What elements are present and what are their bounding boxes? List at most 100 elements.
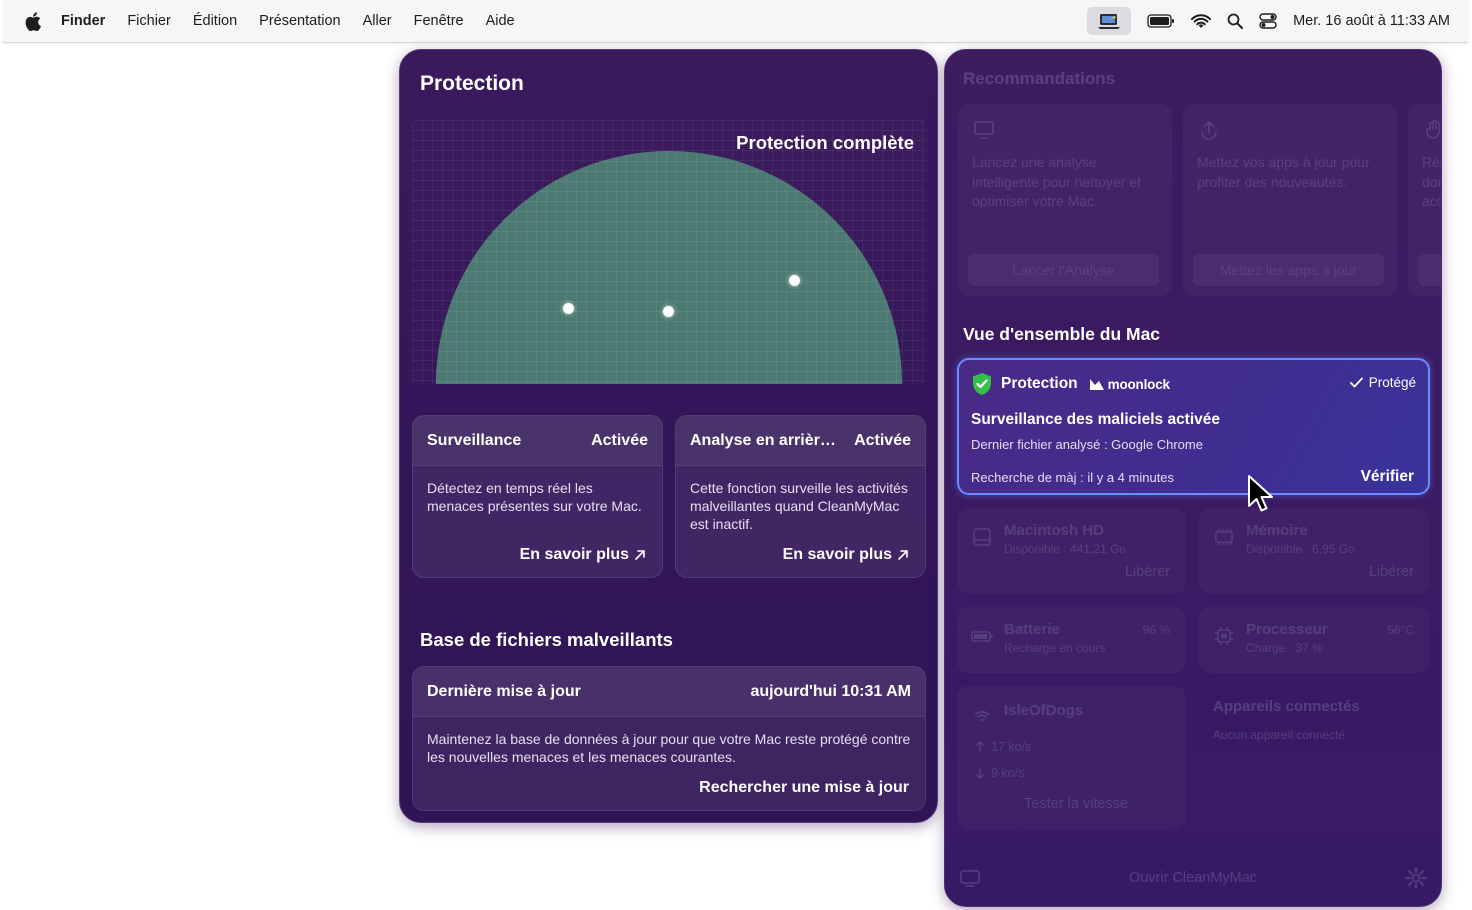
battery-name: Batterie — [1004, 621, 1060, 638]
monitoring-state[interactable]: Activée — [591, 432, 648, 450]
protection-title: Protection — [420, 72, 524, 95]
background-scan-name: Analyse en arrière-plan — [690, 431, 836, 449]
protection-dome — [436, 151, 902, 384]
network-download-value: 9 ko/s — [991, 766, 1025, 780]
check-update-button[interactable]: Rechercher une mise à jour — [699, 779, 909, 797]
monitoring-card: Surveillance Activée Détectez en temps r… — [412, 415, 663, 578]
check-update-label: Rechercher une mise à jour — [699, 779, 909, 796]
monitoring-learn-more-link[interactable]: En savoir plus — [520, 546, 646, 564]
battery-icon[interactable] — [1147, 7, 1175, 35]
checkmark-icon — [1349, 377, 1363, 388]
network-upload-value: 17 ko/s — [991, 740, 1032, 754]
background-scan-state[interactable]: Activée — [854, 432, 911, 450]
menu-presentation[interactable]: Présentation — [259, 13, 340, 29]
menu-aide[interactable]: Aide — [486, 13, 515, 29]
memory-free-button[interactable]: Libérer — [1369, 564, 1414, 580]
hard-drive-icon — [973, 528, 991, 546]
open-app-button[interactable]: Ouvrir CleanMyMac — [945, 870, 1441, 886]
update-arrows-icon — [1201, 120, 1217, 140]
moonlock-brand-label: moonlock — [1107, 376, 1170, 392]
moonlock-brand: moonlock — [1089, 376, 1170, 392]
moonlock-logo-icon — [1089, 378, 1104, 390]
background-learn-more-label: En savoir plus — [782, 546, 892, 563]
background-scan-description: Cette fonction surveille les activités m… — [690, 480, 908, 532]
arrow-up-right-icon — [635, 550, 645, 560]
menu-fichier[interactable]: Fichier — [127, 13, 171, 29]
cpu-name: Processeur — [1246, 621, 1328, 638]
monitoring-learn-more-label: En savoir plus — [519, 546, 629, 563]
arrow-up-icon — [975, 741, 985, 752]
protection-card-name: Protection — [1001, 375, 1078, 392]
disk-free-button[interactable]: Libérer — [1125, 564, 1170, 580]
apple-menu-icon[interactable] — [23, 11, 43, 31]
network-upload: 17 ko/s — [975, 740, 1031, 754]
cleanmymac-status-icon[interactable] — [1087, 7, 1132, 35]
memory-chip-icon — [1215, 529, 1233, 545]
shield-check-icon — [973, 373, 991, 395]
recommendation-card: Mettez vos apps à jour pour profiter des… — [1183, 104, 1397, 296]
db-update-name: Dernière mise à jour — [427, 682, 581, 700]
memory-name: Mémoire — [1246, 522, 1308, 539]
start-scan-button[interactable]: Lancer l'Analyse — [968, 254, 1159, 286]
memory-available: Disponible : 6,95 Go — [1246, 542, 1355, 556]
arrow-up-right-icon — [898, 550, 908, 560]
spotlight-search-icon[interactable] — [1227, 7, 1244, 35]
protection-status-label: Protection complète — [736, 132, 914, 153]
malware-db-title: Base de fichiers malveillants — [420, 629, 673, 650]
recommendation-card: Rég don acc — [1408, 104, 1442, 296]
update-apps-button[interactable]: Mettez les apps à jour — [1193, 254, 1384, 286]
recommendation-text: Mettez vos apps à jour pour profiter des… — [1197, 154, 1370, 190]
protection-card-status-label: Protégé — [1368, 375, 1416, 390]
network-name: IsleOfDogs — [1004, 702, 1084, 719]
recommendations-title: Recommandations — [963, 69, 1116, 88]
menu-edition[interactable]: Édition — [193, 13, 237, 29]
menu-fenetre[interactable]: Fenêtre — [414, 13, 464, 29]
db-update-value: aujourd'hui 10:31 AM — [750, 682, 911, 700]
protection-card-status: Protégé — [1349, 375, 1416, 390]
protection-visual: Protection complète — [412, 120, 926, 384]
protection-card-update-check: Recherche de màj : il y a 4 minutes — [971, 470, 1175, 485]
protection-card-last-file: Dernier fichier analysé : Google Chrome — [971, 437, 1203, 452]
cpu-temperature: 56°C — [1387, 623, 1414, 637]
devices-sub: Aucun appareil connecté — [1213, 728, 1346, 742]
network-tile[interactable]: IsleOfDogs 17 ko/s 9 ko/s Tester la vite… — [957, 686, 1186, 829]
wifi-tile-icon — [974, 710, 990, 722]
menu-aller[interactable]: Aller — [363, 13, 392, 29]
malware-db-card: Dernière mise à jour aujourd'hui 10:31 A… — [412, 666, 926, 811]
devices-name: Appareils connectés — [1213, 698, 1360, 715]
control-center-icon[interactable] — [1259, 7, 1277, 35]
processor-icon — [1215, 627, 1233, 645]
protection-overview-card[interactable]: Protection moonlock Protégé Surveillance… — [957, 358, 1430, 495]
threat-dot — [789, 275, 800, 286]
speed-test-button[interactable]: Tester la vitesse — [1024, 796, 1128, 812]
disk-name: Macintosh HD — [1004, 522, 1105, 539]
hand-icon — [1426, 119, 1440, 139]
battery-value: 96 % — [1142, 623, 1170, 637]
db-description: Maintenez la base de données à jour pour… — [427, 731, 911, 765]
background-learn-more-link[interactable]: En savoir plus — [783, 546, 909, 564]
cleanmymac-menu-panel: Recommandations Lancez une analyse intel… — [944, 49, 1442, 907]
mouse-cursor-icon — [1248, 475, 1273, 512]
battery-tile[interactable]: Batterie Recharge en cours 96 % — [957, 607, 1186, 673]
wifi-icon[interactable] — [1191, 7, 1212, 35]
menu-clock[interactable]: Mer. 16 août à 11:33 AM — [1293, 13, 1450, 29]
threat-dot — [563, 303, 574, 314]
recommendation-button[interactable] — [1418, 254, 1441, 286]
gear-icon[interactable] — [1405, 867, 1427, 889]
recommendation-text: Rég don acc — [1422, 154, 1442, 209]
battery-sub: Recharge en cours — [1004, 641, 1106, 655]
menu-app-name[interactable]: Finder — [61, 13, 105, 29]
battery-tile-icon — [971, 631, 993, 642]
protection-card-title: Surveillance des maliciels activée — [971, 411, 1221, 428]
protection-panel: Protection Protection complète Surveilla… — [399, 49, 938, 823]
menu-bar: Finder Fichier Édition Présentation Alle… — [3, 0, 1468, 43]
memory-tile[interactable]: Mémoire Disponible : 6,95 Go Libérer — [1199, 508, 1430, 594]
disk-tile[interactable]: Macintosh HD Disponible : 441,21 Go Libé… — [957, 508, 1186, 594]
recommendation-text: Lancez une analyse intelligente pour net… — [972, 154, 1141, 209]
threat-dot — [663, 306, 674, 317]
arrow-down-icon — [975, 768, 985, 779]
monitor-icon — [974, 121, 994, 139]
verify-button[interactable]: Vérifier — [1361, 468, 1414, 486]
monitoring-name: Surveillance — [427, 431, 522, 449]
cpu-tile[interactable]: Processeur Charge : 37 % 56°C — [1199, 607, 1430, 673]
